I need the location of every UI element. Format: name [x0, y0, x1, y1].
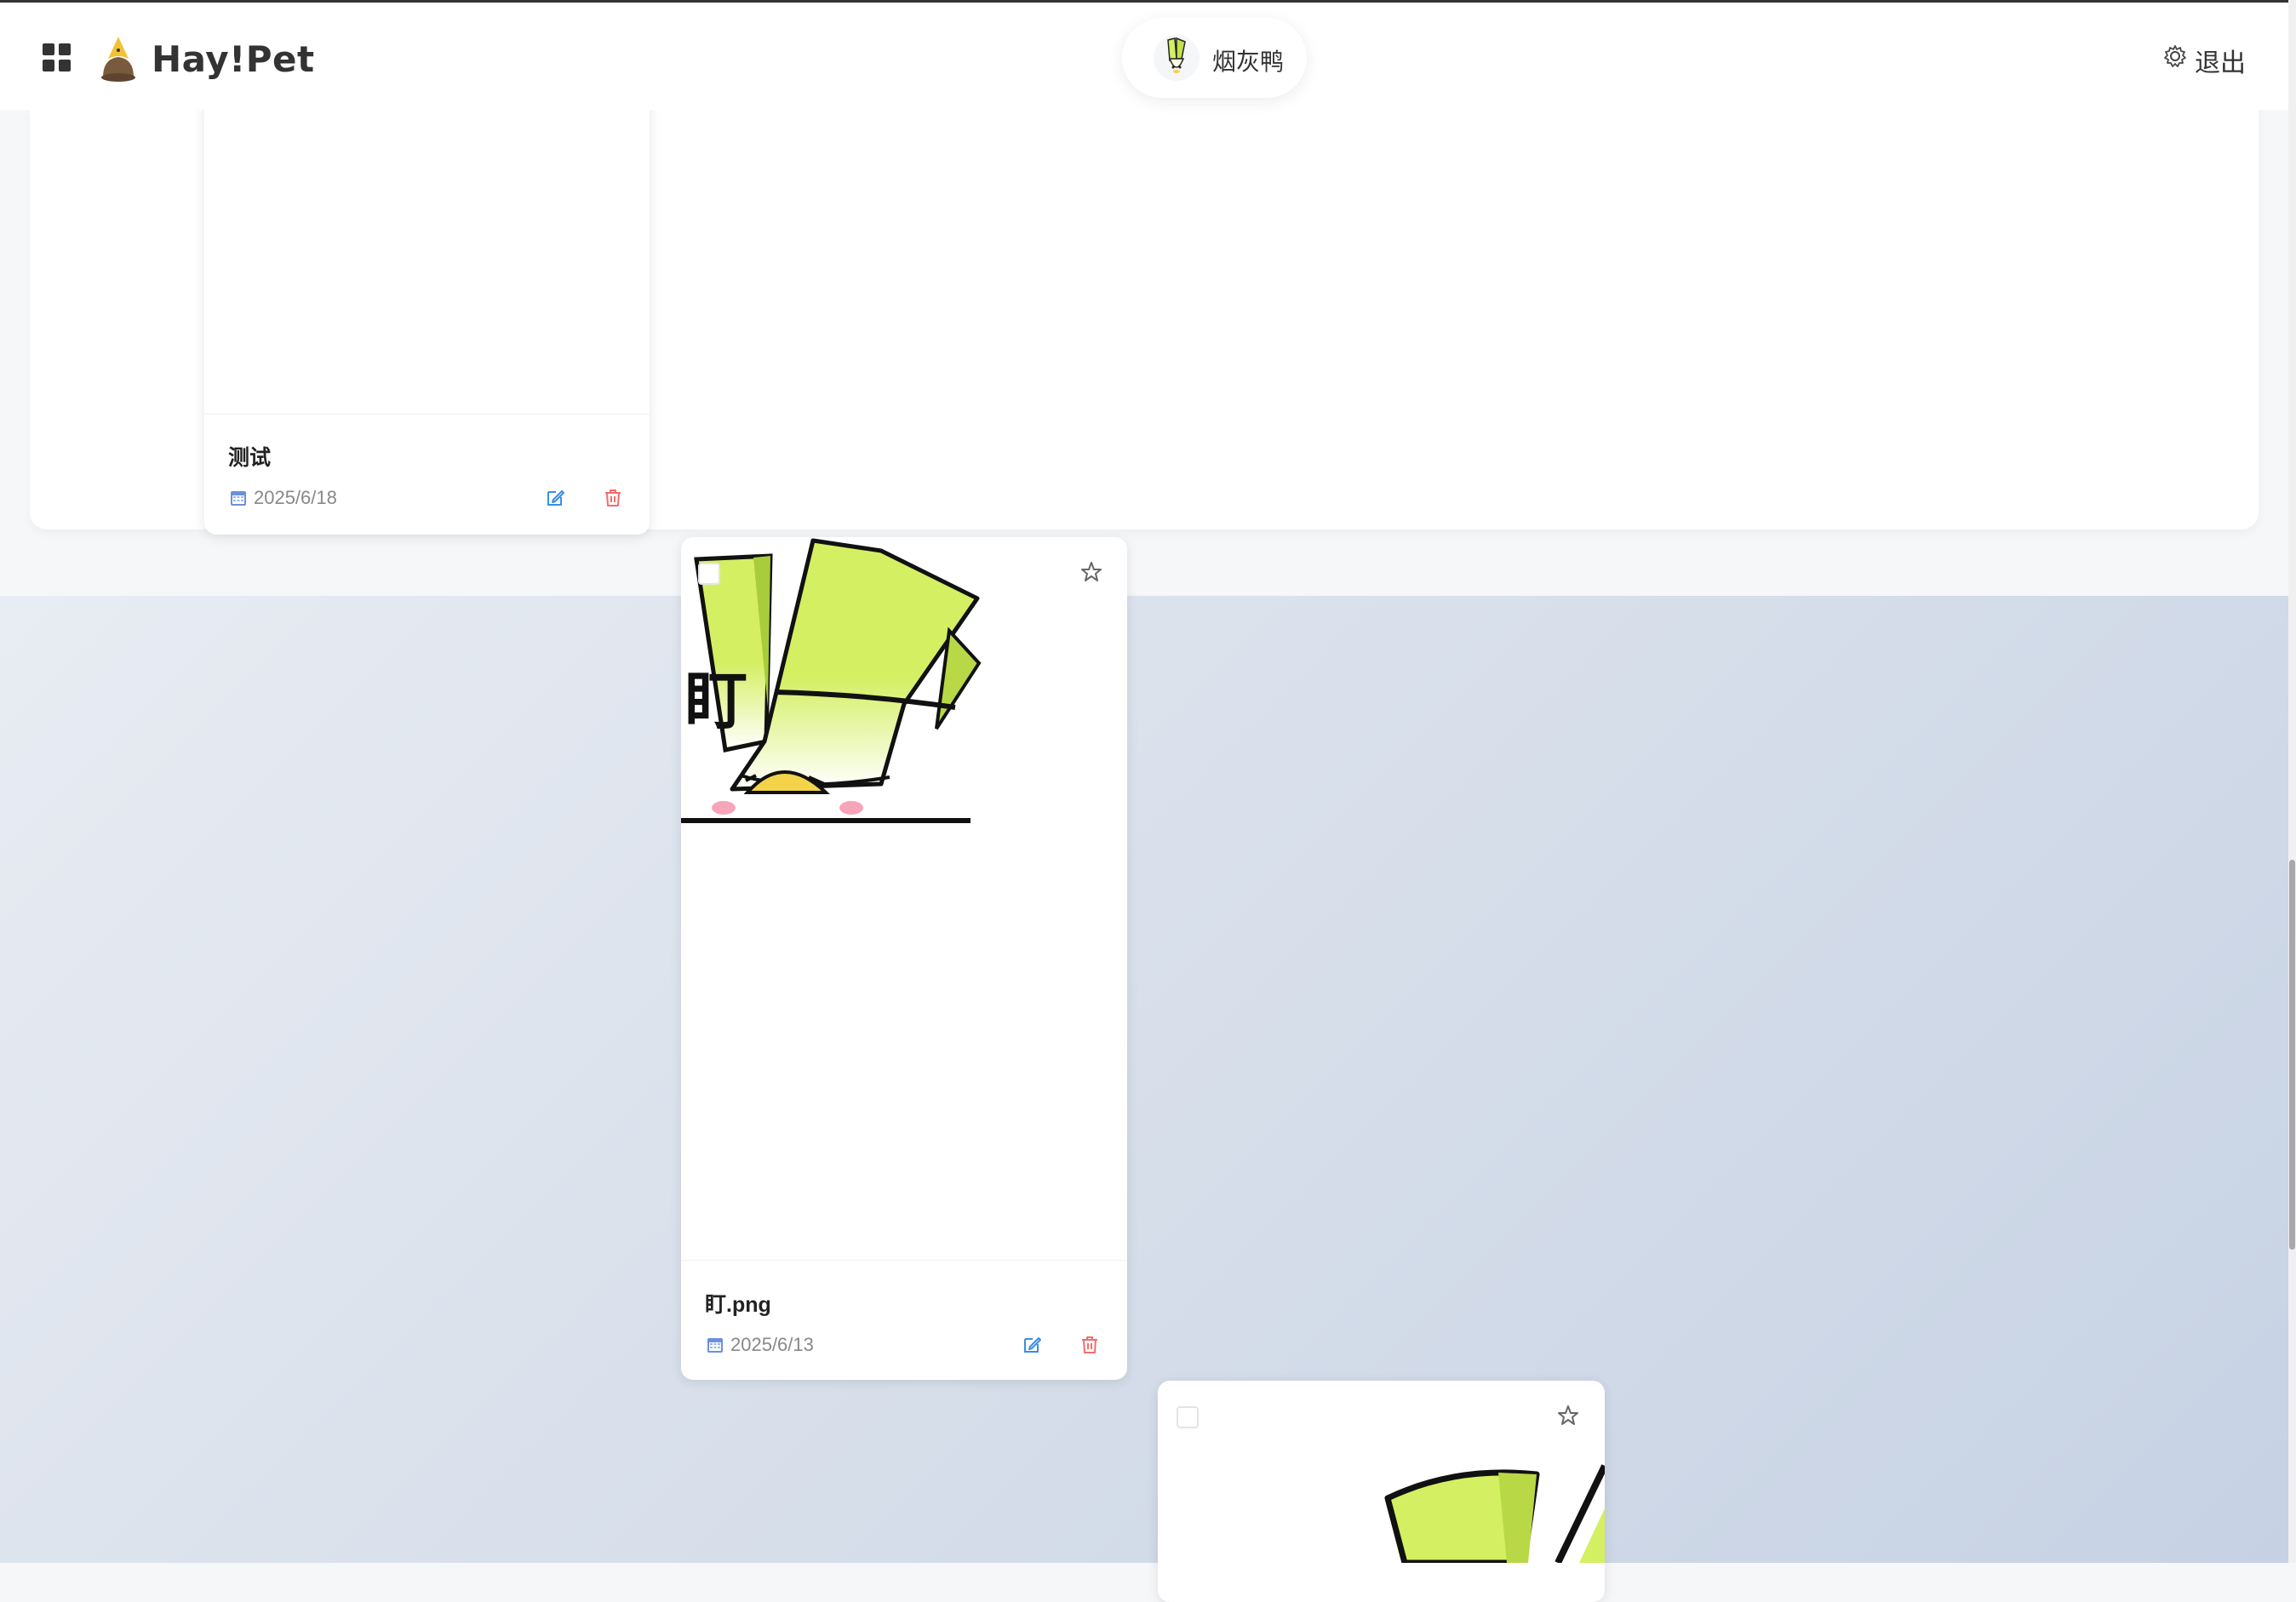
card-date: 2025/6/13: [730, 1334, 814, 1355]
calendar-icon: [707, 1338, 723, 1353]
page-background: [0, 596, 2288, 1563]
image-card[interactable]: [1158, 1381, 1605, 1602]
logout-button[interactable]: 退出: [2195, 42, 2246, 79]
star-icon[interactable]: [1556, 1404, 1580, 1427]
sticker-caption: 盯: [684, 665, 747, 738]
top-nav-bar: Hay!Pet 烟灰鸭 退出: [0, 3, 2288, 110]
gear-icon[interactable]: [2162, 43, 2188, 69]
card-title: 测试: [228, 446, 272, 470]
user-avatar: [1154, 35, 1200, 81]
apps-grid-icon[interactable]: [43, 43, 72, 72]
image-card[interactable]: 测试 2025/6/18: [204, 94, 650, 535]
edit-icon[interactable]: [1022, 1335, 1042, 1355]
scrollbar-thumb[interactable]: [2289, 860, 2295, 1250]
card-divider: [681, 1260, 1127, 1261]
chick-logo-icon: [101, 37, 135, 82]
card-date: 2025/6/18: [254, 487, 337, 508]
edit-icon[interactable]: [545, 488, 565, 508]
card-divider: [204, 414, 650, 415]
scrollbar-track[interactable]: [2288, 0, 2296, 1563]
user-profile-pill[interactable]: 烟灰鸭: [1122, 18, 1307, 98]
trash-icon[interactable]: [603, 488, 623, 508]
trash-icon[interactable]: [1079, 1335, 1100, 1355]
select-checkbox[interactable]: [698, 563, 720, 585]
star-icon[interactable]: [1079, 560, 1103, 584]
sticker-image: [1384, 1464, 1605, 1563]
user-name: 烟灰鸭: [1212, 49, 1285, 75]
image-card[interactable]: 盯 盯.png 2025/6/13: [681, 537, 1127, 1380]
sticker-image: 盯: [681, 538, 982, 823]
select-checkbox[interactable]: [1177, 1406, 1199, 1428]
card-title: 盯.png: [705, 1293, 771, 1317]
calendar-icon: [231, 491, 246, 506]
brand-name[interactable]: Hay!Pet: [152, 38, 315, 80]
